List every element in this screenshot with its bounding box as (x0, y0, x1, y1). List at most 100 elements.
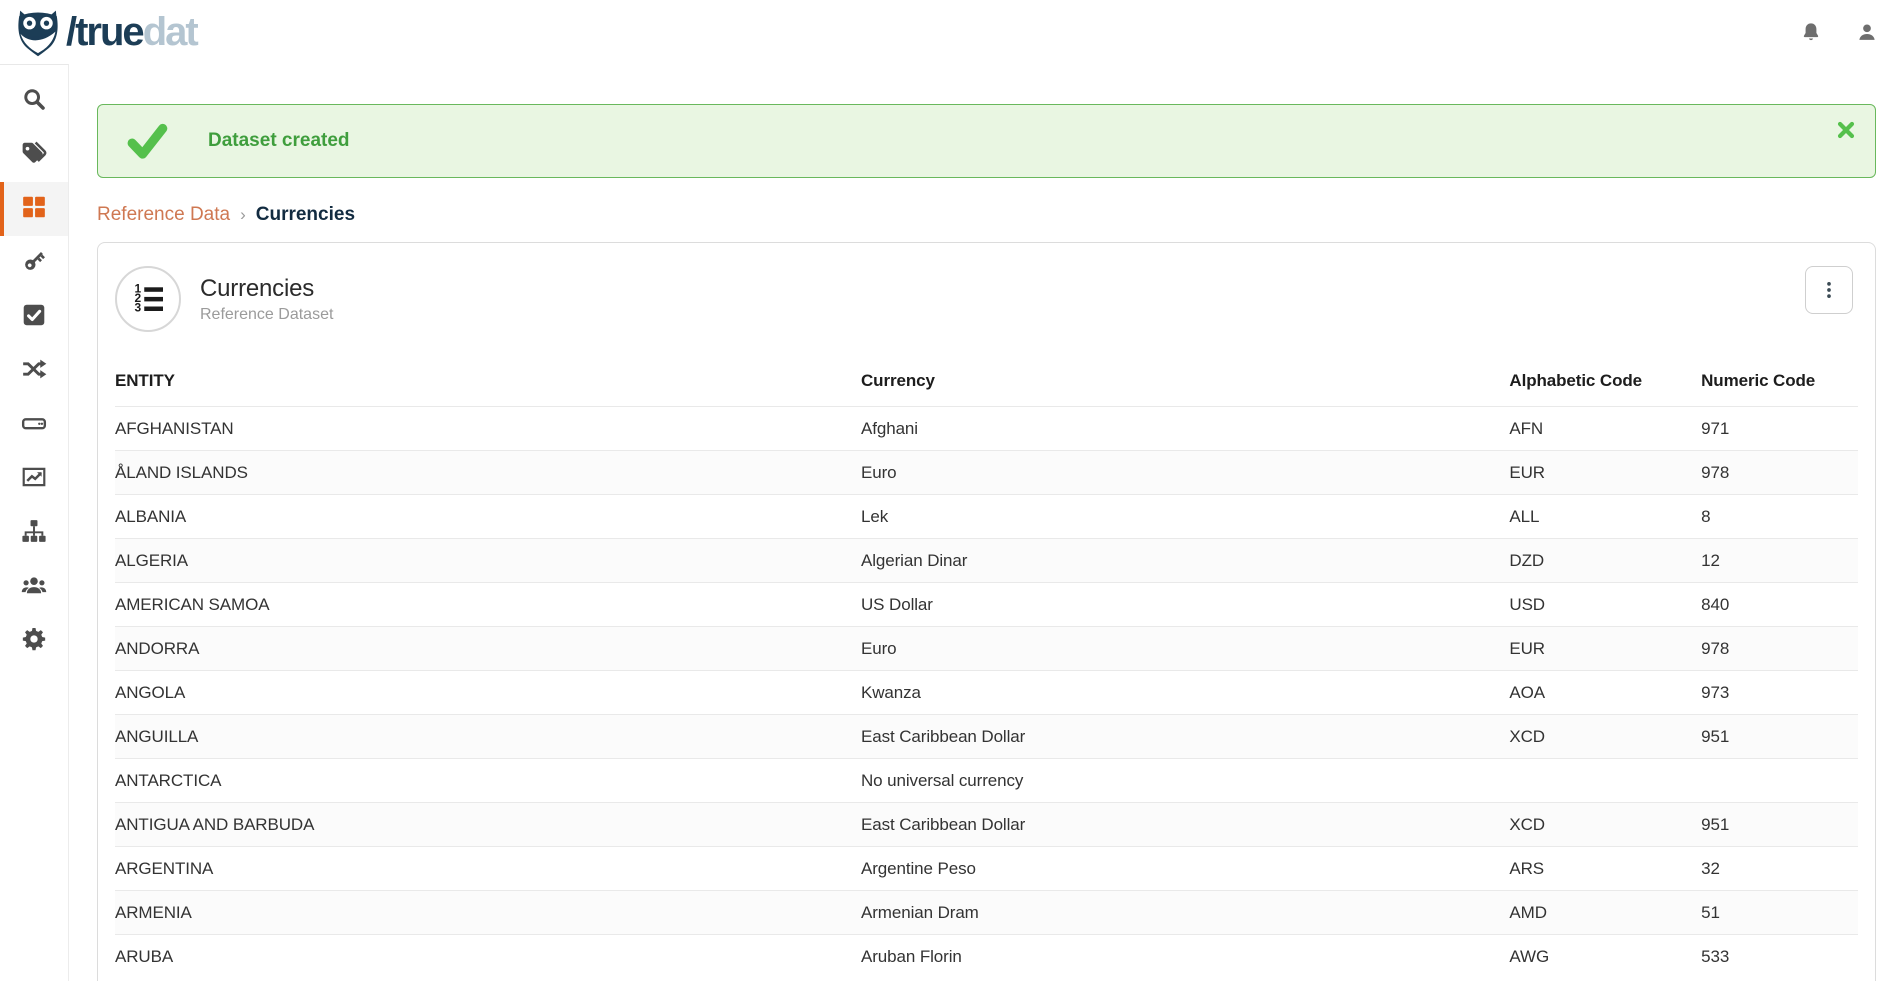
cell-entity: ANGOLA (115, 671, 861, 715)
table-header-row: ENTITYCurrencyAlphabetic CodeNumeric Cod… (115, 359, 1858, 407)
cell-numeric-code: 951 (1701, 715, 1858, 759)
cell-alphabetic-code: DZD (1509, 539, 1701, 583)
breadcrumb-current: Currencies (256, 204, 355, 226)
table-row: ALGERIAAlgerian DinarDZD12 (115, 539, 1858, 583)
card-header: 1 2 3 Currencies Reference Dataset (115, 266, 1858, 332)
sidebar-item-charts[interactable] (0, 452, 68, 506)
cell-alphabetic-code: AFN (1509, 407, 1701, 451)
grid-icon (21, 194, 47, 225)
cell-alphabetic-code: ARS (1509, 847, 1701, 891)
cell-numeric-code (1701, 759, 1858, 803)
cell-currency: Kwanza (861, 671, 1509, 715)
cell-alphabetic-code: AWG (1509, 935, 1701, 979)
bell-icon[interactable] (1800, 21, 1822, 43)
table-row: AFGHANISTANAfghaniAFN971 (115, 407, 1858, 451)
numbered-list-icon: 1 2 3 (115, 266, 181, 332)
breadcrumb-link-reference-data[interactable]: Reference Data (97, 204, 230, 226)
cell-entity: ARGENTINA (115, 847, 861, 891)
cell-currency: Aruban Florin (861, 935, 1509, 979)
table-row: ANDORRAEuroEUR978 (115, 627, 1858, 671)
truedat-logo[interactable]: /truedat (14, 6, 197, 58)
topbar-icons (1800, 21, 1878, 43)
breadcrumb: Reference Data › Currencies (97, 204, 1876, 226)
cell-entity: ARMENIA (115, 891, 861, 935)
cell-currency: Armenian Dram (861, 891, 1509, 935)
sidebar-item-settings[interactable] (0, 614, 68, 668)
success-check-icon (124, 120, 170, 162)
cell-currency: No universal currency (861, 759, 1509, 803)
cell-alphabetic-code (1509, 759, 1701, 803)
cell-numeric-code: 973 (1701, 671, 1858, 715)
cell-currency: East Caribbean Dollar (861, 803, 1509, 847)
kebab-icon (1818, 279, 1840, 301)
cell-numeric-code: 840 (1701, 583, 1858, 627)
cell-entity: ANTIGUA AND BARBUDA (115, 803, 861, 847)
column-header-numeric-code: Numeric Code (1701, 359, 1858, 407)
table-row: ANGUILLAEast Caribbean DollarXCD951 (115, 715, 1858, 759)
wordmark-true: /true (66, 10, 143, 54)
table-row: ÅLAND ISLANDSEuroEUR978 (115, 451, 1858, 495)
cell-entity: AMERICAN SAMOA (115, 583, 861, 627)
currencies-table: ENTITYCurrencyAlphabetic CodeNumeric Cod… (115, 359, 1858, 979)
breadcrumb-separator: › (240, 205, 246, 225)
sidebar (0, 64, 69, 981)
table-row: ANTARCTICANo universal currency (115, 759, 1858, 803)
cell-alphabetic-code: USD (1509, 583, 1701, 627)
search-icon (21, 86, 47, 117)
cell-currency: East Caribbean Dollar (861, 715, 1509, 759)
cell-currency: US Dollar (861, 583, 1509, 627)
sidebar-item-tags[interactable] (0, 128, 68, 182)
card-menu-button[interactable] (1805, 266, 1853, 314)
sidebar-item-data-sources[interactable] (0, 398, 68, 452)
key-icon (21, 248, 47, 279)
cell-currency: Euro (861, 451, 1509, 495)
gear-icon (21, 626, 47, 657)
success-banner: Dataset created (97, 104, 1876, 178)
sidebar-item-tasks[interactable] (0, 290, 68, 344)
cell-entity: AFGHANISTAN (115, 407, 861, 451)
column-header-entity: ENTITY (115, 359, 861, 407)
table-row: ALBANIALekALL8 (115, 495, 1858, 539)
cell-entity: ALGERIA (115, 539, 861, 583)
cell-numeric-code: 51 (1701, 891, 1858, 935)
sidebar-item-search[interactable] (0, 74, 68, 128)
cell-alphabetic-code: EUR (1509, 627, 1701, 671)
table-row: ARMENIAArmenian DramAMD51 (115, 891, 1858, 935)
wordmark: /truedat (66, 12, 197, 52)
sidebar-item-users[interactable] (0, 560, 68, 614)
sidebar-item-key[interactable] (0, 236, 68, 290)
banner-close-icon[interactable] (1835, 119, 1857, 141)
cell-numeric-code: 8 (1701, 495, 1858, 539)
page-subtitle: Reference Dataset (200, 306, 333, 324)
cell-currency: Algerian Dinar (861, 539, 1509, 583)
cell-entity: ARUBA (115, 935, 861, 979)
table-row: ANTIGUA AND BARBUDAEast Caribbean Dollar… (115, 803, 1858, 847)
cell-numeric-code: 12 (1701, 539, 1858, 583)
tags-icon (21, 140, 47, 171)
table-row: ARUBAAruban FlorinAWG533 (115, 935, 1858, 979)
cell-alphabetic-code: EUR (1509, 451, 1701, 495)
cell-alphabetic-code: XCD (1509, 803, 1701, 847)
sidebar-item-shuffle[interactable] (0, 344, 68, 398)
cell-alphabetic-code: ALL (1509, 495, 1701, 539)
user-icon[interactable] (1856, 21, 1878, 43)
check-square-icon (21, 302, 47, 333)
cell-numeric-code: 32 (1701, 847, 1858, 891)
cell-currency: Argentine Peso (861, 847, 1509, 891)
cell-currency: Euro (861, 627, 1509, 671)
sidebar-item-sitemap[interactable] (0, 506, 68, 560)
cell-entity: ANGUILLA (115, 715, 861, 759)
cell-currency: Afghani (861, 407, 1509, 451)
users-icon (21, 572, 47, 603)
chart-line-icon (21, 464, 47, 495)
column-header-alphabetic-code: Alphabetic Code (1509, 359, 1701, 407)
cell-alphabetic-code: AMD (1509, 891, 1701, 935)
banner-message: Dataset created (208, 130, 350, 152)
owl-icon (14, 8, 62, 58)
dataset-card: 1 2 3 Currencies Reference Dataset (97, 242, 1876, 981)
table-row: AMERICAN SAMOAUS DollarUSD840 (115, 583, 1858, 627)
wordmark-dat: dat (143, 10, 197, 54)
cell-alphabetic-code: AOA (1509, 671, 1701, 715)
shuffle-icon (21, 356, 47, 387)
sidebar-item-reference-data[interactable] (0, 182, 68, 236)
